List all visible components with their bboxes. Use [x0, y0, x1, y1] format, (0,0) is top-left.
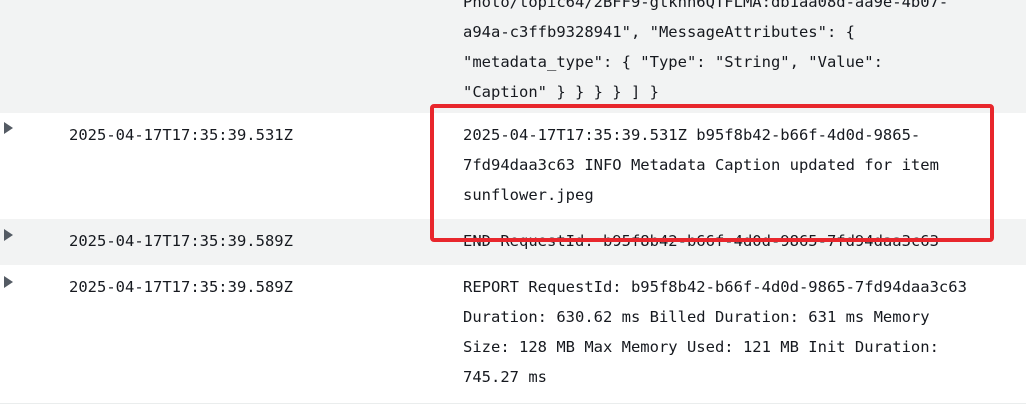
log-message-line: Size: 128 MB Max Memory Used: 121 MB Ini… — [463, 338, 939, 356]
caret-right-icon[interactable] — [4, 229, 13, 241]
log-row: Photo/topic64/2BFF9-gtkhn6QTFLMA:db1aa08… — [0, 0, 1026, 113]
log-row[interactable]: 2025-04-17T17:35:39.589Z REPORT RequestI… — [0, 265, 1026, 405]
log-message-line: sunflower.jpeg — [463, 186, 594, 204]
log-timestamp: 2025-04-17T17:35:39.589Z — [69, 232, 293, 250]
log-message-line: REPORT RequestId: b95f8b42-b66f-4d0d-986… — [463, 278, 967, 296]
log-message-line: Duration: 630.62 ms Billed Duration: 631… — [463, 308, 930, 326]
caret-right-icon[interactable] — [4, 122, 13, 134]
log-message: END RequestId: b95f8b42-b66f-4d0d-9865-7… — [463, 226, 1023, 256]
row-divider — [0, 403, 1026, 404]
caret-right-icon[interactable] — [4, 276, 13, 288]
log-message-line: 2025-04-17T17:35:39.531Z b95f8b42-b66f-4… — [463, 126, 921, 144]
log-timestamp: 2025-04-17T17:35:39.531Z — [69, 126, 293, 144]
log-row[interactable]: 2025-04-17T17:35:39.589Z END RequestId: … — [0, 219, 1026, 265]
log-message-line: "Caption" } } } } ] } — [463, 83, 659, 101]
log-message: REPORT RequestId: b95f8b42-b66f-4d0d-986… — [463, 272, 1023, 392]
log-message: 2025-04-17T17:35:39.531Z b95f8b42-b66f-4… — [463, 120, 1023, 210]
log-message-line: END RequestId: b95f8b42-b66f-4d0d-9865-7… — [463, 232, 939, 250]
log-message-line: 745.27 ms — [463, 368, 547, 386]
log-timestamp: 2025-04-17T17:35:39.589Z — [69, 278, 293, 296]
log-message-line: Photo/topic64/2BFF9-gtkhn6QTFLMA:db1aa08… — [463, 0, 949, 11]
log-message-line: 7fd94daa3c63 INFO Metadata Caption updat… — [463, 156, 939, 174]
log-message-line: "metadata_type": { "Type": "String", "Va… — [463, 53, 883, 71]
log-message: Photo/topic64/2BFF9-gtkhn6QTFLMA:db1aa08… — [463, 0, 1023, 107]
log-message-line: a94a-c3ffb9328941", "MessageAttributes":… — [463, 23, 855, 41]
log-row[interactable]: 2025-04-17T17:35:39.531Z 2025-04-17T17:3… — [0, 113, 1026, 219]
